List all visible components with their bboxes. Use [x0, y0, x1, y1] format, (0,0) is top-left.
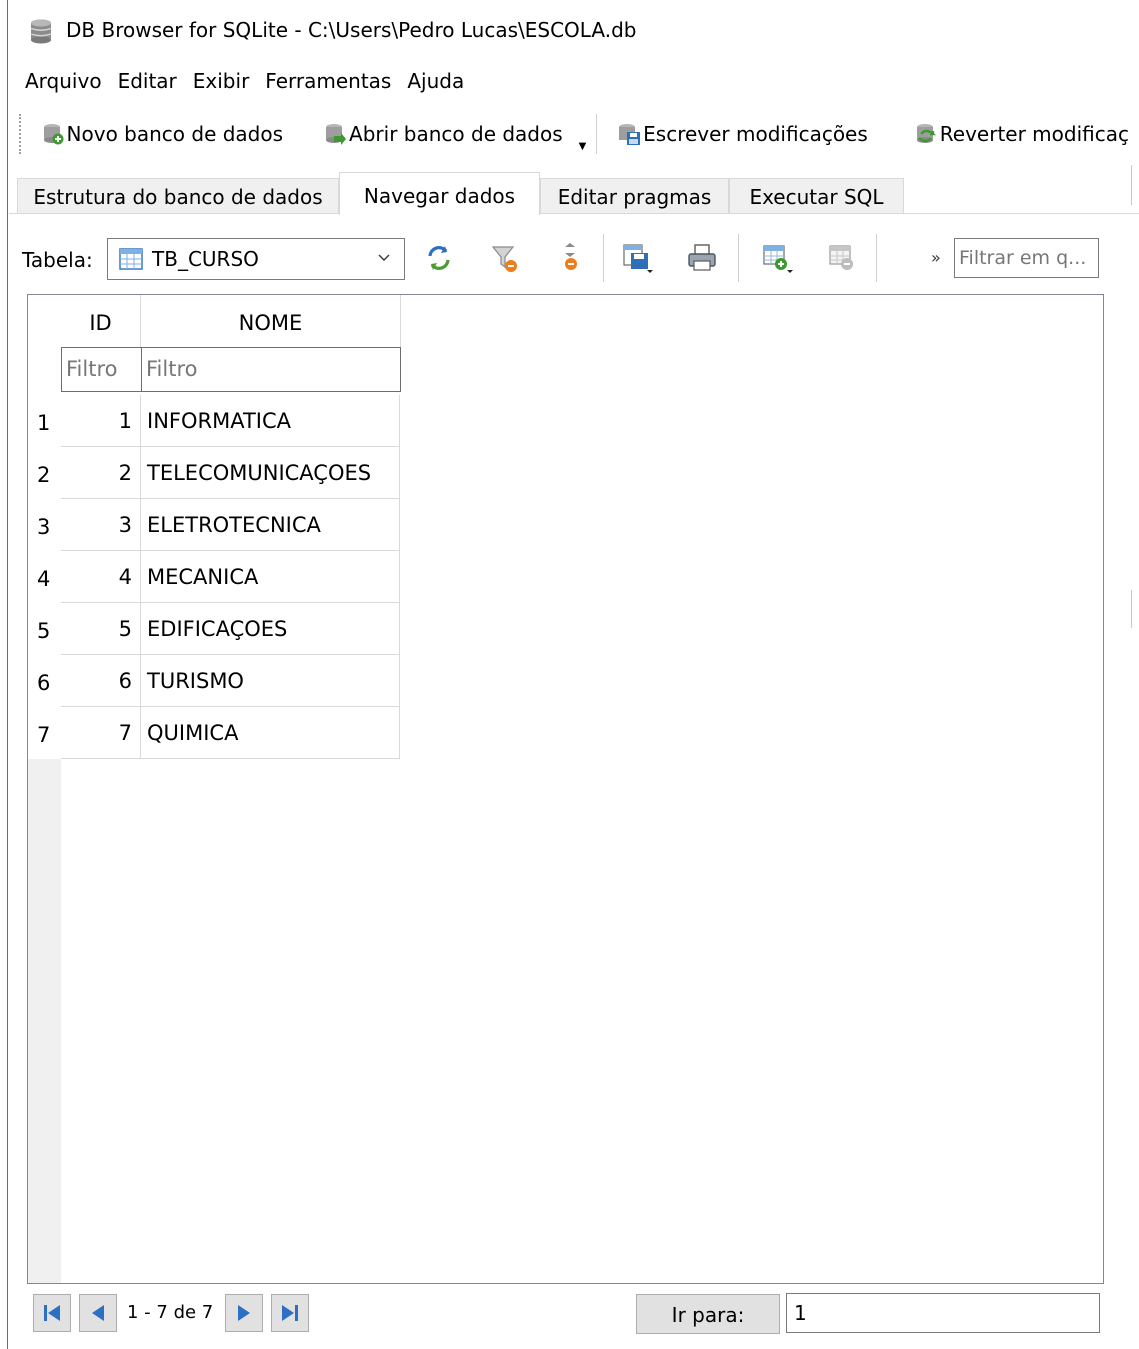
write-changes-label: Escrever modificações	[643, 122, 868, 146]
open-database-button[interactable]: Abrir banco de dados	[313, 112, 573, 156]
menu-ferramentas[interactable]: Ferramentas	[257, 62, 399, 100]
menu-editar[interactable]: Editar	[110, 62, 185, 100]
print-icon[interactable]	[686, 242, 718, 274]
chevron-down-icon	[378, 254, 390, 261]
table-label: Tabela:	[22, 248, 93, 272]
row-number[interactable]: 1	[28, 395, 61, 447]
page-range-text: 1 - 7 de 7	[127, 1302, 214, 1323]
open-database-icon	[326, 124, 347, 145]
left-window-edge	[0, 0, 8, 1349]
cell-id[interactable]: 1	[61, 395, 141, 447]
cell-id[interactable]: 3	[61, 499, 141, 551]
toolbar-grip[interactable]	[19, 114, 23, 154]
cell-nome[interactable]: INFORMATICA	[141, 395, 400, 447]
cell-nome[interactable]: QUIMICA	[141, 707, 400, 759]
tab-execute-sql[interactable]: Executar SQL	[729, 178, 904, 214]
tab-browse-data[interactable]: Navegar dados	[339, 172, 540, 215]
tab-edit-pragmas[interactable]: Editar pragmas	[540, 178, 729, 214]
save-table-icon[interactable]	[621, 242, 653, 274]
cell-nome[interactable]: MECANICA	[141, 551, 400, 603]
refresh-icon[interactable]	[423, 242, 455, 274]
cell-nome[interactable]: TELECOMUNICAÇOES	[141, 447, 400, 499]
clear-filters-icon[interactable]	[489, 242, 521, 274]
table-row[interactable]: 4 4 MECANICA	[28, 551, 400, 603]
browse-toolbar-separator-2	[738, 234, 739, 282]
row-number[interactable]: 6	[28, 655, 61, 707]
table-row[interactable]: 3 3 ELETROTECNICA	[28, 499, 400, 551]
row-number[interactable]: 2	[28, 447, 61, 499]
main-toolbar: Novo banco de dados Abrir banco de dados…	[9, 104, 1139, 164]
cell-id[interactable]: 2	[61, 447, 141, 499]
row-number[interactable]: 7	[28, 707, 61, 759]
delete-record-icon[interactable]	[827, 242, 859, 274]
cell-nome[interactable]: ELETROTECNICA	[141, 499, 400, 551]
open-database-dropdown-icon[interactable]: ▼	[579, 141, 587, 152]
write-changes-icon	[619, 124, 641, 145]
toolbar-overflow-button[interactable]: »	[931, 248, 941, 267]
table-select-value: TB_CURSO	[152, 247, 259, 271]
revert-changes-button[interactable]: Reverter modificaç	[904, 112, 1139, 156]
menu-arquivo[interactable]: Arquivo	[9, 62, 110, 100]
menu-bar: Arquivo Editar Exibir Ferramentas Ajuda	[9, 62, 1139, 100]
table-row[interactable]: 6 6 TURISMO	[28, 655, 400, 707]
next-page-button[interactable]	[225, 1294, 263, 1332]
cell-nome[interactable]: TURISMO	[141, 655, 400, 707]
data-grid[interactable]: ID NOME Filtro Filtro 1 1 INFORMATICA 2 …	[27, 294, 1104, 1284]
cell-id[interactable]: 5	[61, 603, 141, 655]
first-page-button[interactable]	[33, 1294, 71, 1332]
last-page-button[interactable]	[271, 1294, 309, 1332]
menu-ajuda[interactable]: Ajuda	[399, 62, 472, 100]
pager-bar: 1 - 7 de 7 Ir para: 1	[9, 1290, 1139, 1340]
title-bar: DB Browser for SQLite - C:\Users\Pedro L…	[9, 0, 1139, 62]
insert-record-icon[interactable]	[761, 242, 793, 274]
previous-page-button[interactable]	[79, 1294, 117, 1332]
tab-bar: Estrutura do banco de dados Navegar dado…	[9, 172, 1139, 215]
next-page-icon	[238, 1305, 250, 1321]
filter-id-input[interactable]: Filtro	[61, 347, 142, 392]
app-window: DB Browser for SQLite - C:\Users\Pedro L…	[9, 0, 1139, 1349]
cell-nome[interactable]: EDIFICAÇOES	[141, 603, 400, 655]
menu-exibir[interactable]: Exibir	[185, 62, 258, 100]
tab-panel-border	[9, 213, 1139, 214]
global-filter-input[interactable]: Filtrar em q...	[954, 238, 1099, 278]
first-page-icon	[44, 1305, 60, 1321]
cell-id[interactable]: 6	[61, 655, 141, 707]
table-row[interactable]: 2 2 TELECOMUNICAÇOES	[28, 447, 400, 499]
browse-toolbar-separator	[603, 234, 604, 282]
filter-nome-input[interactable]: Filtro	[141, 347, 401, 392]
last-page-icon	[282, 1305, 298, 1321]
table-icon	[119, 248, 143, 270]
right-panel-edge-lower	[1131, 590, 1139, 628]
write-changes-button[interactable]: Escrever modificações	[607, 112, 878, 156]
new-database-label: Novo banco de dados	[66, 122, 284, 146]
row-number[interactable]: 4	[28, 551, 61, 603]
right-panel-edge	[1131, 165, 1139, 205]
toolbar-separator	[596, 114, 598, 154]
corner-header	[28, 295, 61, 395]
cell-id[interactable]: 4	[61, 551, 141, 603]
new-database-icon	[43, 124, 64, 145]
table-row[interactable]: 7 7 QUIMICA	[28, 707, 400, 759]
sort-clear-icon[interactable]	[554, 242, 586, 274]
browse-toolbar-separator-3	[876, 234, 877, 282]
table-row[interactable]: 5 5 EDIFICAÇOES	[28, 603, 400, 655]
window-title: DB Browser for SQLite - C:\Users\Pedro L…	[66, 18, 637, 42]
revert-changes-label: Reverter modificaç	[939, 122, 1129, 146]
browse-toolbar: Tabela: TB_CURSO » Filtrar em q...	[9, 228, 1139, 290]
database-icon	[30, 19, 52, 44]
new-database-button[interactable]: Novo banco de dados	[31, 112, 294, 156]
previous-page-icon	[92, 1305, 104, 1321]
row-number[interactable]: 5	[28, 603, 61, 655]
column-header-nome[interactable]: NOME	[141, 295, 401, 347]
goto-input[interactable]: 1	[786, 1293, 1100, 1333]
table-row[interactable]: 1 1 INFORMATICA	[28, 395, 400, 447]
revert-changes-icon	[916, 124, 937, 143]
tab-database-structure[interactable]: Estrutura do banco de dados	[17, 178, 339, 214]
open-database-label: Abrir banco de dados	[349, 122, 563, 146]
goto-button[interactable]: Ir para:	[636, 1294, 780, 1334]
column-header-id[interactable]: ID	[61, 295, 141, 347]
table-select[interactable]: TB_CURSO	[107, 238, 405, 280]
row-number[interactable]: 3	[28, 499, 61, 551]
cell-id[interactable]: 7	[61, 707, 141, 759]
